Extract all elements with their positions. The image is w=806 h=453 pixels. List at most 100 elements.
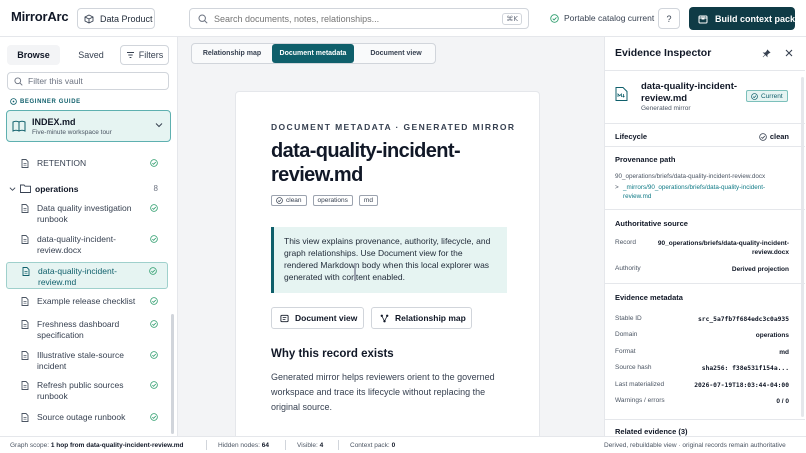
- filters-button[interactable]: Filters: [120, 45, 169, 65]
- provenance-section: Provenance path 90_operations/briefs/dat…: [605, 147, 805, 210]
- chip-label: clean: [286, 197, 302, 204]
- check-circle-icon: [150, 320, 158, 328]
- hidden-nodes-label: Hidden nodes:: [218, 442, 260, 449]
- check-circle-icon: [759, 132, 767, 141]
- lifecycle-value: clean: [759, 132, 789, 141]
- document-metadata-card: DOCUMENT METADATA · GENERATED MIRROR dat…: [235, 91, 540, 436]
- page-kicker: DOCUMENT METADATA · GENERATED MIRROR: [271, 122, 516, 132]
- tree-item[interactable]: Example release checklist: [6, 295, 168, 309]
- help-button[interactable]: ?: [658, 8, 680, 29]
- tree-item[interactable]: Source outage runbook: [6, 411, 168, 425]
- page-title: data-quality-incident-review.md: [271, 140, 461, 186]
- metadata-value: 0 / 0: [776, 398, 789, 405]
- top-bar: MirrorArc Data Product ⌘K Portable catal…: [0, 0, 806, 37]
- close-icon[interactable]: [785, 49, 793, 57]
- tag-chips: clean operations md: [271, 195, 384, 206]
- check-circle-icon: [150, 381, 158, 389]
- lifecycle-label: Lifecycle: [615, 132, 648, 141]
- metadata-value: src_5a7fb7f684edc3c0a935: [698, 316, 789, 323]
- related-evidence-label[interactable]: Related evidence (3): [615, 427, 688, 436]
- lifecycle-chip: clean: [271, 195, 307, 206]
- graph-scope-label: Graph scope:: [10, 442, 50, 449]
- file-icon: [21, 320, 29, 329]
- tab-document-metadata[interactable]: Document metadata: [272, 44, 354, 63]
- check-circle-icon: [150, 351, 158, 359]
- index-guide-card[interactable]: INDEX.md Five-minute workspace tour: [6, 110, 171, 142]
- tree-folder-operations[interactable]: operations 8: [6, 183, 168, 197]
- metadata-key: Stable ID: [615, 315, 642, 322]
- document-view-label: Document view: [295, 313, 358, 323]
- search-box[interactable]: ⌘K: [189, 8, 529, 29]
- lifecycle-section: Lifecycle clean: [605, 124, 805, 147]
- status-badge: Current: [746, 90, 788, 102]
- evidence-metadata-section: Evidence metadata Stable ID src_5a7fb7f6…: [605, 284, 805, 420]
- tree-item-label: Illustrative stale-source incident: [37, 350, 124, 371]
- metadata-key: Domain: [615, 331, 638, 338]
- authoritative-source-section: Authoritative source Record 90_operation…: [605, 210, 805, 284]
- metadata-value: 2026-07-19T18:03:44-04:00: [694, 382, 789, 389]
- relationship-map-label: Relationship map: [395, 313, 466, 323]
- check-circle-icon: [150, 413, 158, 421]
- tree-item-retention[interactable]: RETENTION: [6, 157, 168, 171]
- chevron-down-icon[interactable]: [155, 122, 163, 128]
- vault-filter-placeholder: Filter this vault: [28, 76, 83, 86]
- domain-chip: operations: [312, 195, 353, 206]
- tree-item[interactable]: Illustrative stale-source incident: [6, 349, 168, 373]
- inspector-scrollbar[interactable]: [801, 77, 804, 417]
- file-icon: [21, 413, 29, 422]
- inspector-file-header: data-quality-incident-review.md Generate…: [605, 70, 805, 124]
- metadata-key: Format: [615, 348, 636, 355]
- resize-handle[interactable]: [354, 263, 356, 281]
- status-divider: [338, 440, 339, 450]
- folder-icon: [20, 184, 31, 193]
- sidebar: Browse Saved Filters Filter this vault B…: [0, 37, 178, 436]
- sidebar-scrollbar[interactable]: [171, 314, 174, 434]
- tree-item[interactable]: Data quality investigation runbook: [6, 202, 168, 226]
- file-icon: [21, 297, 29, 306]
- inspector-file-name: data-quality-incident-review.md: [641, 81, 738, 104]
- format-chip: md: [358, 195, 378, 206]
- tree-item[interactable]: Refresh public sources runbook: [6, 379, 168, 403]
- tree-item-selected[interactable]: data-quality-incident-review.md: [6, 262, 168, 289]
- check-circle-icon: [150, 204, 158, 212]
- tree-item[interactable]: data-quality-incident-review.docx: [6, 233, 168, 257]
- build-context-pack-button[interactable]: Build context pack: [689, 7, 795, 30]
- hidden-nodes-value: 64: [261, 442, 269, 449]
- vault-filter-input[interactable]: Filter this vault: [7, 72, 169, 90]
- markdown-file-icon: [615, 87, 628, 101]
- file-icon: [21, 235, 29, 244]
- beginner-guide-text: BEGINNER GUIDE: [20, 98, 81, 105]
- check-circle-icon: [550, 13, 559, 23]
- index-card-subtitle: Five-minute workspace tour: [32, 129, 112, 136]
- index-card-title: INDEX.md: [32, 117, 76, 127]
- chevron-down-icon[interactable]: [9, 186, 16, 192]
- context-pack-value: 0: [391, 442, 396, 449]
- metadata-key: Source hash: [615, 364, 652, 371]
- tree-folder-count: 8: [153, 184, 158, 193]
- tree-item-label: Example release checklist: [37, 296, 136, 306]
- record-value[interactable]: 90_operations/briefs/data-quality-incide…: [649, 239, 789, 257]
- main-content: Relationship map Document metadata Docum…: [178, 37, 604, 436]
- relationship-map-button[interactable]: Relationship map: [371, 307, 472, 329]
- check-circle-icon: [150, 159, 158, 167]
- provenance-source-path[interactable]: 90_operations/briefs/data-quality-incide…: [615, 172, 795, 181]
- data-product-button[interactable]: Data Product: [77, 8, 155, 29]
- tree-item[interactable]: Freshness dashboard specification: [6, 318, 168, 342]
- document-view-button[interactable]: Document view: [271, 307, 364, 329]
- status-divider: [206, 440, 207, 450]
- build-context-pack-label: Build context pack: [715, 13, 796, 24]
- evidence-inspector: Evidence Inspector data-quality-incident…: [604, 37, 806, 436]
- pin-icon[interactable]: [762, 49, 771, 58]
- search-input[interactable]: [214, 13, 499, 24]
- tab-document-view[interactable]: Document view: [357, 44, 435, 63]
- filters-label: Filters: [138, 50, 164, 60]
- status-bar: Graph scope: 1 hop from data-quality-inc…: [0, 436, 806, 453]
- provenance-mirror-path[interactable]: _mirrors/90_operations/briefs/data-quali…: [623, 183, 793, 201]
- cube-icon: [84, 13, 94, 24]
- tab-saved[interactable]: Saved: [66, 45, 116, 65]
- tab-relationship-map[interactable]: Relationship map: [192, 44, 272, 63]
- file-icon: [22, 267, 30, 276]
- tab-browse[interactable]: Browse: [7, 45, 60, 65]
- check-circle-icon: [149, 267, 157, 275]
- brand-logo[interactable]: MirrorArc: [11, 9, 69, 24]
